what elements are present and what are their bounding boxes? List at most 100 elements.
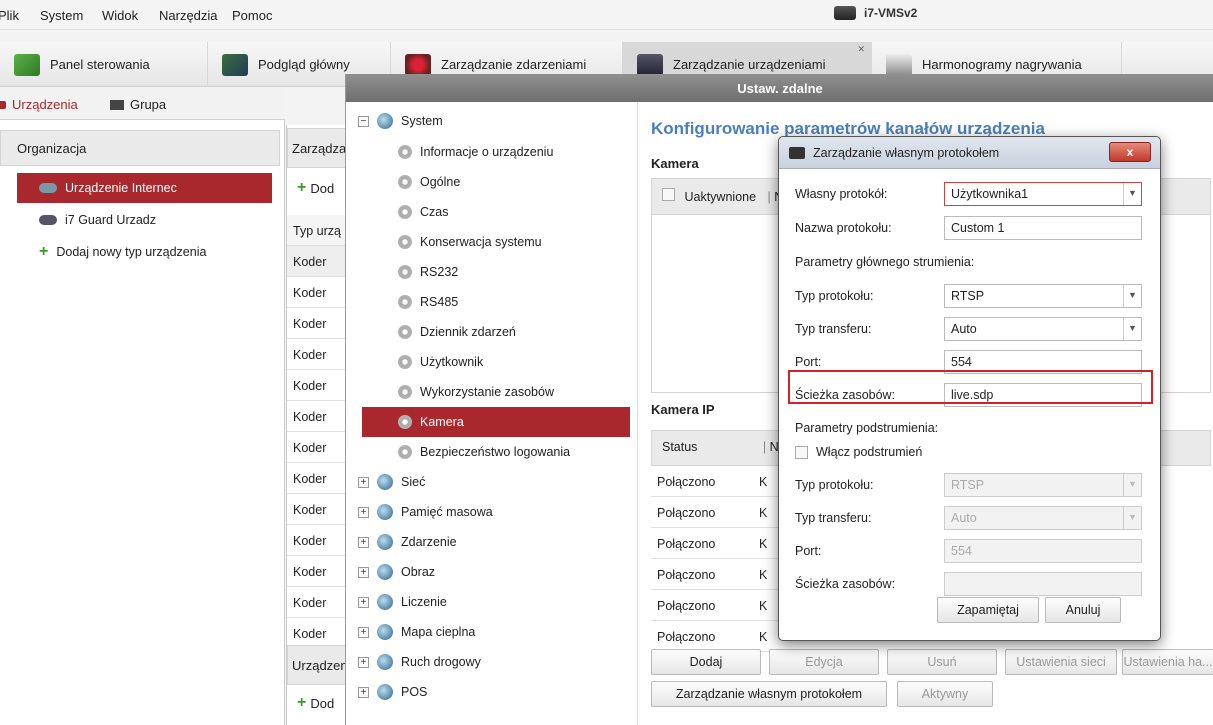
name-value: K: [759, 568, 768, 582]
password-settings-button[interactable]: Ustawienia ha...: [1122, 649, 1213, 675]
tree-item-system-child[interactable]: Bezpieczeństwo logowania: [362, 437, 630, 467]
tree-item-system-child[interactable]: Ogólne: [362, 167, 630, 197]
expand-icon[interactable]: +: [358, 536, 369, 548]
menu-help[interactable]: Pomoc: [232, 8, 272, 23]
tree-item-system-child[interactable]: Czas: [362, 197, 630, 227]
tree-node-top-level[interactable]: + Sieć: [358, 467, 425, 497]
table-row[interactable]: Połączono K: [651, 497, 781, 528]
table-row[interactable]: Koder: [287, 587, 351, 618]
custom-protocol-button[interactable]: Zarządzanie własnym protokołem: [651, 681, 887, 707]
control-panel-icon: [14, 53, 40, 76]
tree-item-system-child[interactable]: Kamera: [362, 407, 630, 437]
table-row[interactable]: Połączono K: [651, 590, 781, 621]
menu-file[interactable]: Plik: [0, 8, 19, 23]
menu-tools[interactable]: Narzędzia: [159, 8, 218, 23]
tree-item-system-child[interactable]: Wykorzystanie zasobów: [362, 377, 630, 407]
tree-node-top-level[interactable]: + Pamięć masowa: [358, 497, 493, 527]
table-row[interactable]: Połączono K: [651, 559, 781, 590]
table-row[interactable]: Koder: [287, 339, 351, 370]
enabled-checkbox[interactable]: [662, 188, 675, 201]
sub-transfer-type-select[interactable]: Auto ▼: [944, 506, 1142, 530]
tree-node-label: Czas: [420, 205, 449, 219]
tree-item-system-child[interactable]: Informacje o urządzeniu: [362, 137, 630, 167]
table-row[interactable]: Połączono K: [651, 621, 781, 652]
sub-resource-path-input[interactable]: [944, 572, 1142, 596]
tree-item-system-child[interactable]: Użytkownik: [362, 347, 630, 377]
sub-protocol-type-select[interactable]: RTSP ▼: [944, 473, 1142, 497]
table-row[interactable]: Koder: [287, 246, 351, 277]
add-device-button[interactable]: + Dod: [297, 180, 334, 196]
plus-icon: +: [297, 179, 307, 196]
tree-node-top-level[interactable]: + Obraz: [358, 557, 435, 587]
tree-node-top-level[interactable]: + Liczenie: [358, 587, 447, 617]
subtab-devices[interactable]: Urządzenia: [0, 97, 78, 112]
category-icon: [377, 594, 393, 610]
expand-icon[interactable]: +: [358, 566, 369, 578]
tree-node-top-level[interactable]: + POS: [358, 677, 427, 707]
table-row[interactable]: Koder: [287, 308, 351, 339]
save-button[interactable]: Zapamiętaj: [937, 597, 1039, 623]
active-button[interactable]: Aktywny: [897, 681, 993, 707]
table-row[interactable]: Koder: [287, 525, 351, 556]
add-button[interactable]: Dodaj: [651, 649, 761, 675]
table-row[interactable]: Koder: [287, 494, 351, 525]
device-management-header: Zarządza: [287, 128, 351, 168]
collapse-icon[interactable]: −: [358, 115, 369, 127]
expand-icon[interactable]: +: [358, 596, 369, 608]
tree-item-system-child[interactable]: RS232: [362, 257, 630, 287]
type-column-header[interactable]: Typ urzą: [287, 215, 351, 246]
table-row[interactable]: Koder: [287, 370, 351, 401]
transfer-type-value: Auto: [951, 322, 977, 336]
tree-node-top-level[interactable]: + Zdarzenie: [358, 527, 457, 557]
tree-node-top-level[interactable]: + Ruch drogowy: [358, 647, 481, 677]
close-icon[interactable]: ✕: [857, 44, 865, 55]
own-protocol-select[interactable]: Użytkownika1 ▼: [944, 182, 1142, 206]
tree-item-internec[interactable]: Urządzenie Internec: [17, 173, 272, 203]
protocol-name-input[interactable]: Custom 1: [944, 216, 1142, 240]
table-row[interactable]: Koder: [287, 463, 351, 494]
name-value: K: [759, 506, 768, 520]
network-settings-button[interactable]: Ustawienia sieci: [1005, 649, 1117, 675]
tree-item-system-child[interactable]: RS485: [362, 287, 630, 317]
expand-icon[interactable]: +: [358, 626, 369, 638]
sub-port-input[interactable]: 554: [944, 539, 1142, 563]
tree-node-top-level[interactable]: + Mapa cieplna: [358, 617, 475, 647]
table-row[interactable]: Połączono K: [651, 528, 781, 559]
tree-item-system-child[interactable]: Konserwacja systemu: [362, 227, 630, 257]
delete-button[interactable]: Usuń: [887, 649, 997, 675]
edit-button[interactable]: Edycja: [769, 649, 879, 675]
add-device-button-2[interactable]: + Dod: [297, 695, 334, 711]
subtab-group[interactable]: Grupa: [110, 97, 166, 112]
tree-item-i7-guard[interactable]: i7 Guard Urzadz: [17, 205, 272, 235]
expand-icon[interactable]: +: [358, 476, 369, 488]
protocol-type-select[interactable]: RTSP ▼: [944, 284, 1142, 308]
tree-node-label: Kamera: [420, 415, 464, 429]
table-row[interactable]: Połączono K: [651, 466, 781, 497]
expand-icon[interactable]: +: [358, 686, 369, 698]
cancel-button[interactable]: Anuluj: [1045, 597, 1121, 623]
expand-icon[interactable]: +: [358, 506, 369, 518]
gear-icon: [398, 235, 412, 249]
gear-icon: [398, 295, 412, 309]
menu-system[interactable]: System: [40, 8, 83, 23]
expand-icon[interactable]: +: [358, 656, 369, 668]
remote-settings-title: Ustaw. zdalne: [346, 74, 1213, 102]
table-row[interactable]: Koder: [287, 432, 351, 463]
sub-transfer-type-value: Auto: [951, 511, 977, 525]
table-row[interactable]: Koder: [287, 277, 351, 308]
category-icon: [377, 534, 393, 550]
sub-protocol-type-value: RTSP: [951, 478, 985, 492]
tree-item-add-device-type[interactable]: + Dodaj nowy typ urządzenia: [17, 237, 272, 267]
menu-view[interactable]: Widok: [102, 8, 138, 23]
close-button[interactable]: x: [1109, 142, 1151, 162]
tab-control-panel[interactable]: Panel sterowania: [0, 42, 208, 87]
protocol-type-value: RTSP: [951, 289, 985, 303]
tree-item-system-child[interactable]: Dziennik zdarzeń: [362, 317, 630, 347]
transfer-type-select[interactable]: Auto ▼: [944, 317, 1142, 341]
tree-node-system[interactable]: − System: [358, 106, 443, 136]
enable-substream-row[interactable]: Włącz podstrumień: [795, 445, 922, 459]
chevron-down-icon: ▼: [1123, 318, 1141, 340]
table-row[interactable]: Koder: [287, 401, 351, 432]
enable-substream-checkbox[interactable]: [795, 445, 808, 459]
table-row[interactable]: Koder: [287, 556, 351, 587]
